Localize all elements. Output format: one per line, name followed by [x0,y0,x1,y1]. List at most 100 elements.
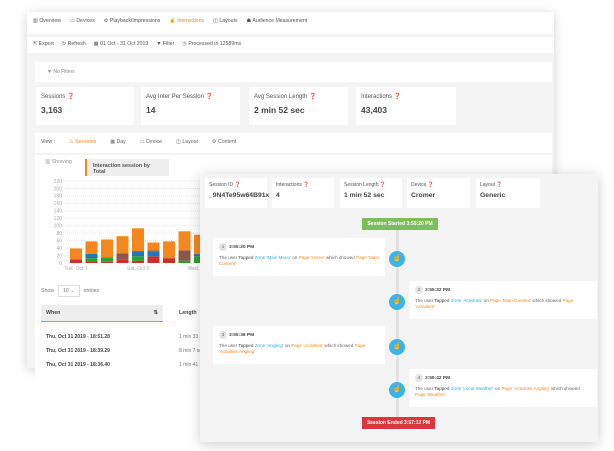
filter-icon: ▼ [47,69,52,75]
zone-link[interactable]: Zone 'Local Weather' [451,386,494,391]
view-day[interactable]: ▦ Day [110,139,126,147]
help-icon[interactable]: ❓ [428,182,434,188]
view-device[interactable]: ▭ Device [140,139,162,147]
stat-sessions: Sessions ❓ 3,163 [36,87,134,125]
tap-icon: ☝ [389,251,405,267]
timeline-event: 4 3:55:42 PM The user Tapped Zone 'Local W… [409,369,597,407]
y-tick-label: 60 [56,238,62,244]
bar-segment[interactable] [85,258,98,262]
y-tick-label: 80 [56,231,62,237]
toolbar: ⇱ Export ↻ Refresh ▦ 01 Oct - 31 Oct 201… [27,37,554,53]
bar-segment[interactable] [101,261,113,263]
session-card: Device ❓ Cromer [407,178,470,208]
view-sessions[interactable]: ⚠ Sessions [69,139,96,147]
bar-segment[interactable] [132,260,144,263]
tab-interactions[interactable]: ☝ Interactions [169,18,204,28]
bar-segment[interactable] [132,256,144,261]
bar-segment[interactable] [70,248,82,260]
tap-icon: ☝ [389,339,405,355]
bar-segment[interactable] [178,250,191,261]
bar-segment[interactable] [70,259,82,261]
chart-selected-tab[interactable]: Interaction session by Total [85,159,169,176]
bar-segment[interactable] [101,239,113,258]
bar-segment[interactable] [116,236,129,254]
tab-overview[interactable]: ▥ Overview [33,18,61,28]
tab-layouts[interactable]: ◫ Layouts [213,18,238,28]
page-size-select[interactable]: 10 ⌄ [57,285,80,297]
y-tick-label: 220 [54,179,63,185]
help-icon[interactable]: ❓ [496,182,502,188]
filter-button[interactable]: ▼ Filter [156,41,174,49]
bar-segment[interactable] [178,231,191,251]
tap-icon: ☝ [389,382,405,398]
tab-playback[interactable]: ⚙ Playback/Impressions [104,18,161,28]
sort-icon[interactable]: ⇅ [154,310,158,316]
column-length[interactable]: Length [175,305,201,322]
page-link[interactable]: Page 'Main Content' [490,298,531,303]
bar-segment[interactable] [70,260,82,263]
session-card: Interactions ❓ 4 [272,178,334,208]
bar-segment[interactable] [132,251,144,257]
help-icon[interactable]: ❓ [394,94,401,100]
filters-bar[interactable]: ▼ No Filters [35,62,552,82]
bar-segment[interactable] [147,250,160,252]
y-tick-label: 40 [56,246,62,252]
bar-segment[interactable] [116,259,129,263]
bar-segment[interactable] [147,242,160,251]
view-content[interactable]: ⚙ Content [212,139,236,147]
bar-segment[interactable] [101,257,113,262]
y-tick-label: 180 [54,194,63,200]
help-icon[interactable]: ❓ [380,182,386,188]
help-icon[interactable]: ❓ [67,94,74,100]
tab-devices[interactable]: ▭ Devices [70,18,95,28]
bar-segment[interactable] [147,256,160,263]
help-icon[interactable]: ❓ [206,94,213,100]
bar-segment[interactable] [163,258,175,263]
x-tick-label: Sat, Oct 5 [127,266,149,272]
session-card: Session Length ❓ 1 min 52 sec [340,178,402,208]
y-tick-label: 200 [54,186,63,192]
stat-interactions: Interactions ❓ 43,403 [356,87,456,125]
session-card: Session ID ❓ _9N4Te95w64B91x [205,178,269,208]
bar-segment[interactable] [132,228,144,252]
y-tick-label: 120 [54,216,63,222]
showing-tab[interactable]: ▥ Showing [45,159,72,165]
view-layout[interactable]: ◫ Layout [176,139,198,147]
export-button[interactable]: ⇱ Export [33,41,54,49]
bar-segment[interactable] [147,251,160,257]
page-link[interactable]: Page 'Activities' [291,343,323,348]
stat-avg-length: Avg Session Length ❓ 2 min 52 sec [249,87,348,125]
y-tick-label: 160 [54,201,63,207]
timeline-event: 2 3:55:32 PM The user Tapped Zone 'Activit… [409,281,597,319]
zone-link[interactable]: Zone 'Activities' [451,298,483,303]
bar-segment[interactable] [85,261,98,263]
processed-info: ◷ Processed in 12589ms [182,41,242,47]
zone-link[interactable]: Zone 'Main Menu' [255,255,291,260]
bar-segment[interactable] [85,241,98,254]
y-tick-label: 20 [56,253,62,259]
refresh-button[interactable]: ↻ Refresh [62,41,86,49]
bar-segment[interactable] [116,253,129,260]
view-selector: View : ⚠ Sessions ▦ Day ▭ Device ◫ Layou… [35,133,552,153]
bar-segment[interactable] [163,241,175,259]
session-ended-badge: Session Ended 3:57:12 PM [362,417,435,429]
session-card: Layout ❓ Generic [476,178,540,208]
y-tick-label: 140 [54,209,63,215]
page-link[interactable]: Page 'Home' [299,255,325,260]
help-icon[interactable]: ❓ [309,94,316,100]
date-range-button[interactable]: ▦ 01 Oct - 31 Oct 2019 [94,41,149,49]
timeline-event: 1 3:55:20 PM The user Tapped Zone 'Main Me… [213,238,385,276]
page-link[interactable]: Page 'Weather' [415,392,446,397]
bar-segment[interactable] [85,253,98,259]
page-link[interactable]: Page 'Activities Angling' [501,386,549,391]
stat-avg-inter: Avg Inter Per Session ❓ 14 [141,87,240,125]
session-started-badge: Session Started 3:55:20 PM [362,218,438,230]
x-tick-label: Tue, Oct 1 [64,266,87,272]
tab-audience[interactable]: ☗ Audience Measurement [247,18,308,28]
help-icon[interactable]: ❓ [303,182,309,188]
help-icon[interactable]: ❓ [235,182,241,188]
bar-segment[interactable] [178,260,191,263]
tap-icon: ☝ [389,294,405,310]
zone-link[interactable]: Zone 'Angling' [255,343,284,348]
column-when[interactable]: When ⇅ [41,305,163,322]
